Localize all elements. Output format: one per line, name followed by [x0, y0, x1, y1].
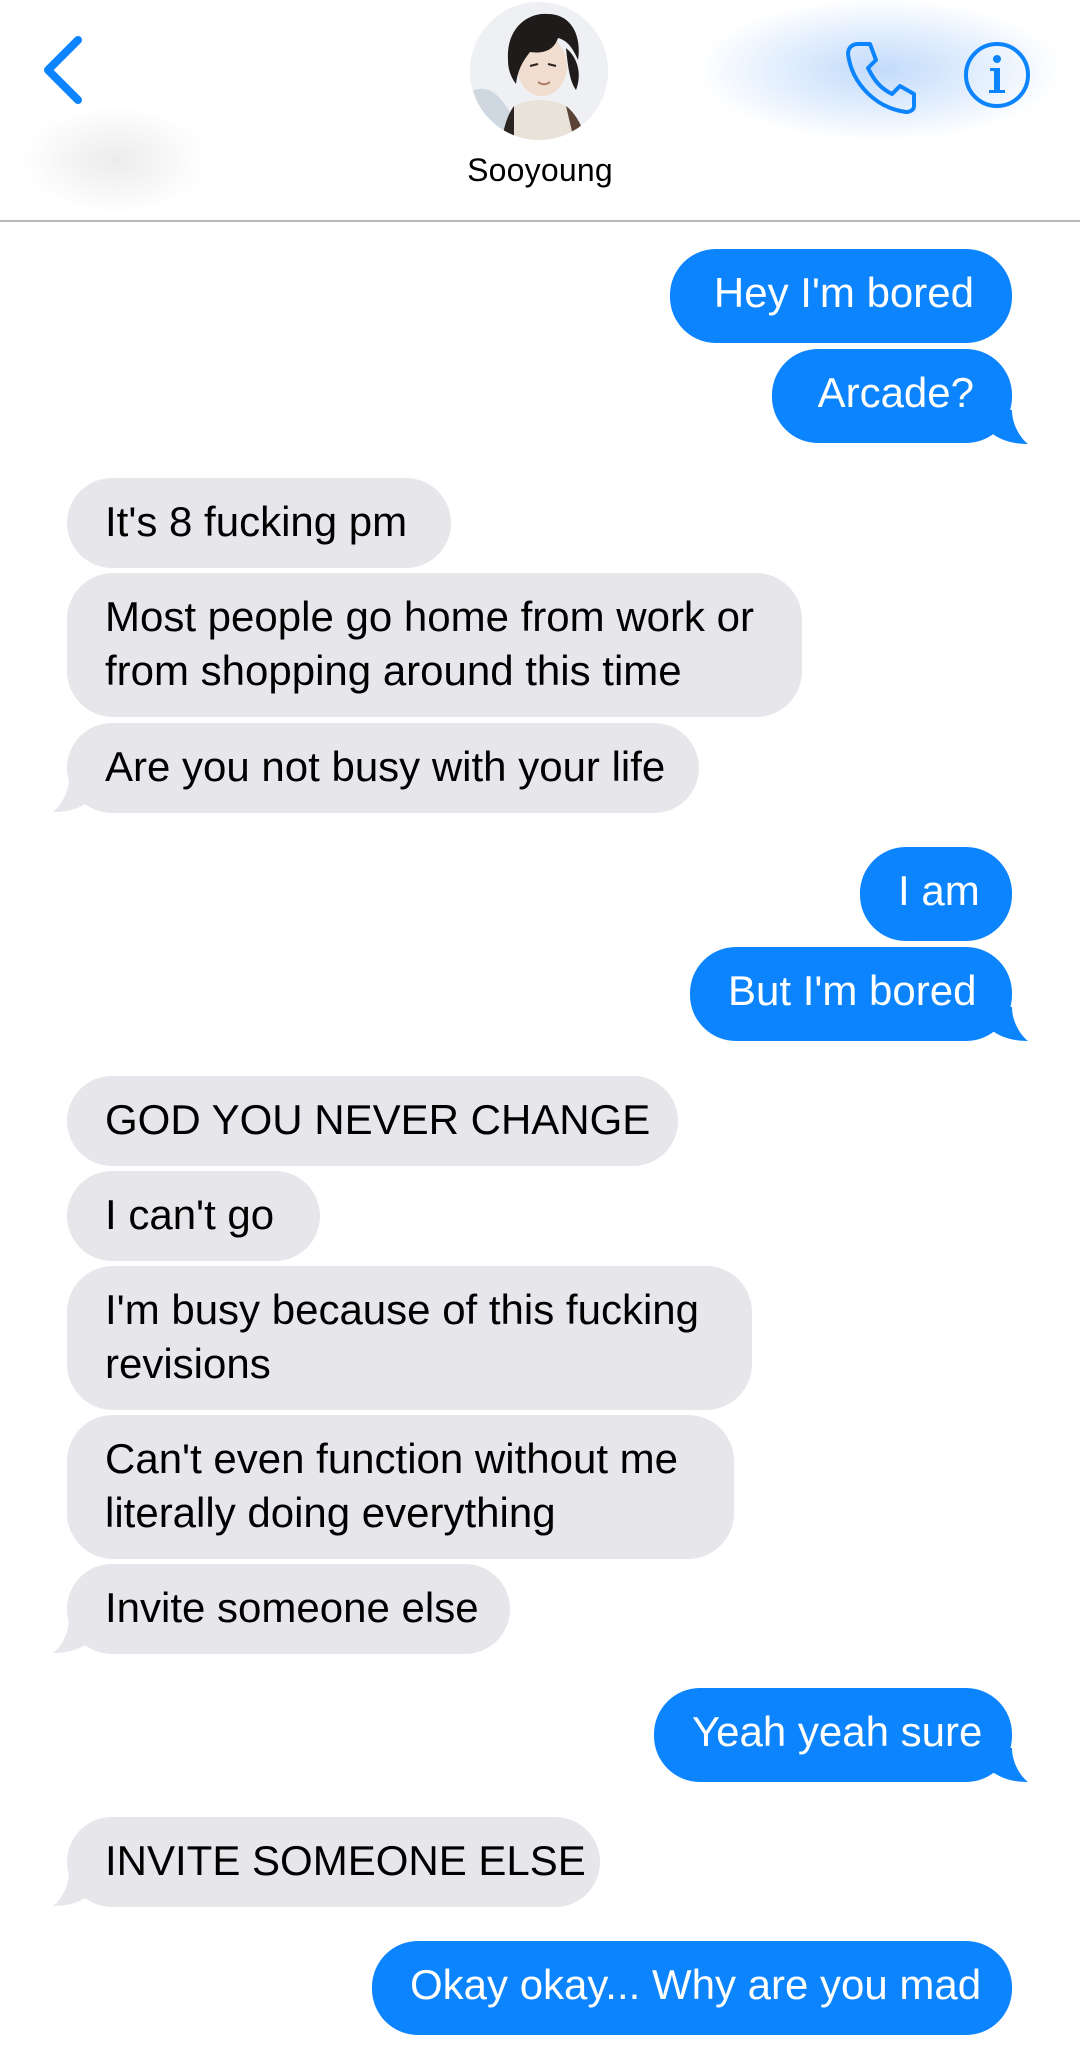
contact-name[interactable]: Sooyoung: [340, 152, 740, 189]
message-text: Most people go home from work or: [105, 593, 754, 640]
message-text: Invite someone else: [105, 1584, 479, 1631]
message-text: from shopping around this time: [105, 647, 682, 694]
call-button[interactable]: [840, 36, 920, 116]
bubble-tail: [53, 778, 91, 812]
message-text: It's 8 fucking pm: [105, 498, 408, 545]
message-text: INVITE SOMEONE ELSE: [105, 1837, 586, 1884]
message-text: I can't go: [105, 1191, 275, 1238]
message-bubble-incoming[interactable]: Can't even function without me literally…: [67, 1415, 734, 1559]
message-text: revisions: [105, 1340, 271, 1387]
message-bubble-outgoing[interactable]: Yeah yeah sure: [654, 1688, 1012, 1782]
bubble-tail: [990, 1748, 1028, 1782]
message-bubble-outgoing[interactable]: I am: [860, 847, 1012, 941]
chevron-left-icon: [44, 36, 82, 104]
message-text: Arcade?: [817, 369, 974, 416]
info-button[interactable]: [962, 40, 1032, 110]
message-bubble-incoming[interactable]: I'm busy because of this fucking revisio…: [67, 1266, 752, 1410]
info-icon: [964, 42, 1030, 108]
message-text: GOD YOU NEVER CHANGE: [105, 1096, 651, 1143]
message-text: Can't even function without me: [105, 1435, 679, 1482]
message-bubble-incoming[interactable]: I can't go: [67, 1171, 320, 1261]
message-text: Are you not busy with your life: [105, 743, 666, 790]
message-bubble-outgoing[interactable]: Hey I'm bored: [670, 249, 1012, 343]
message-bubble-incoming[interactable]: Invite someone else: [67, 1564, 510, 1654]
message-bubble-outgoing[interactable]: Okay okay... Why are you mad: [372, 1941, 1012, 2035]
message-bubble-incoming[interactable]: Are you not busy with your life: [67, 723, 699, 813]
conversation-header: Sooyoung: [0, 0, 1080, 222]
phone-icon: [846, 42, 916, 114]
bubble-tail: [53, 1872, 91, 1906]
message-bubble-incoming[interactable]: GOD YOU NEVER CHANGE: [67, 1076, 678, 1166]
bubble-tail: [990, 1007, 1028, 1041]
message-text: I am: [898, 867, 980, 914]
blurred-region: [20, 105, 210, 215]
message-text: literally doing everything: [105, 1489, 556, 1536]
message-text: But I'm bored: [728, 967, 977, 1014]
message-bubble-incoming[interactable]: Most people go home from work or from sh…: [67, 573, 802, 717]
message-bubble-incoming[interactable]: It's 8 fucking pm: [67, 478, 451, 568]
avatar-image: [470, 2, 608, 140]
back-button[interactable]: [36, 30, 96, 110]
message-bubble-outgoing[interactable]: But I'm bored: [690, 947, 1012, 1041]
avatar[interactable]: [470, 2, 608, 140]
message-text: Hey I'm bored: [713, 269, 974, 316]
message-text: Yeah yeah sure: [692, 1708, 983, 1755]
bubble-tail: [990, 410, 1028, 444]
message-text: I'm busy because of this fucking: [105, 1286, 699, 1333]
message-text: Okay okay... Why are you mad: [410, 1961, 982, 2008]
message-bubble-outgoing[interactable]: Arcade?: [772, 349, 1012, 443]
bubble-tail: [53, 1619, 91, 1653]
message-bubble-incoming[interactable]: INVITE SOMEONE ELSE: [67, 1817, 600, 1907]
